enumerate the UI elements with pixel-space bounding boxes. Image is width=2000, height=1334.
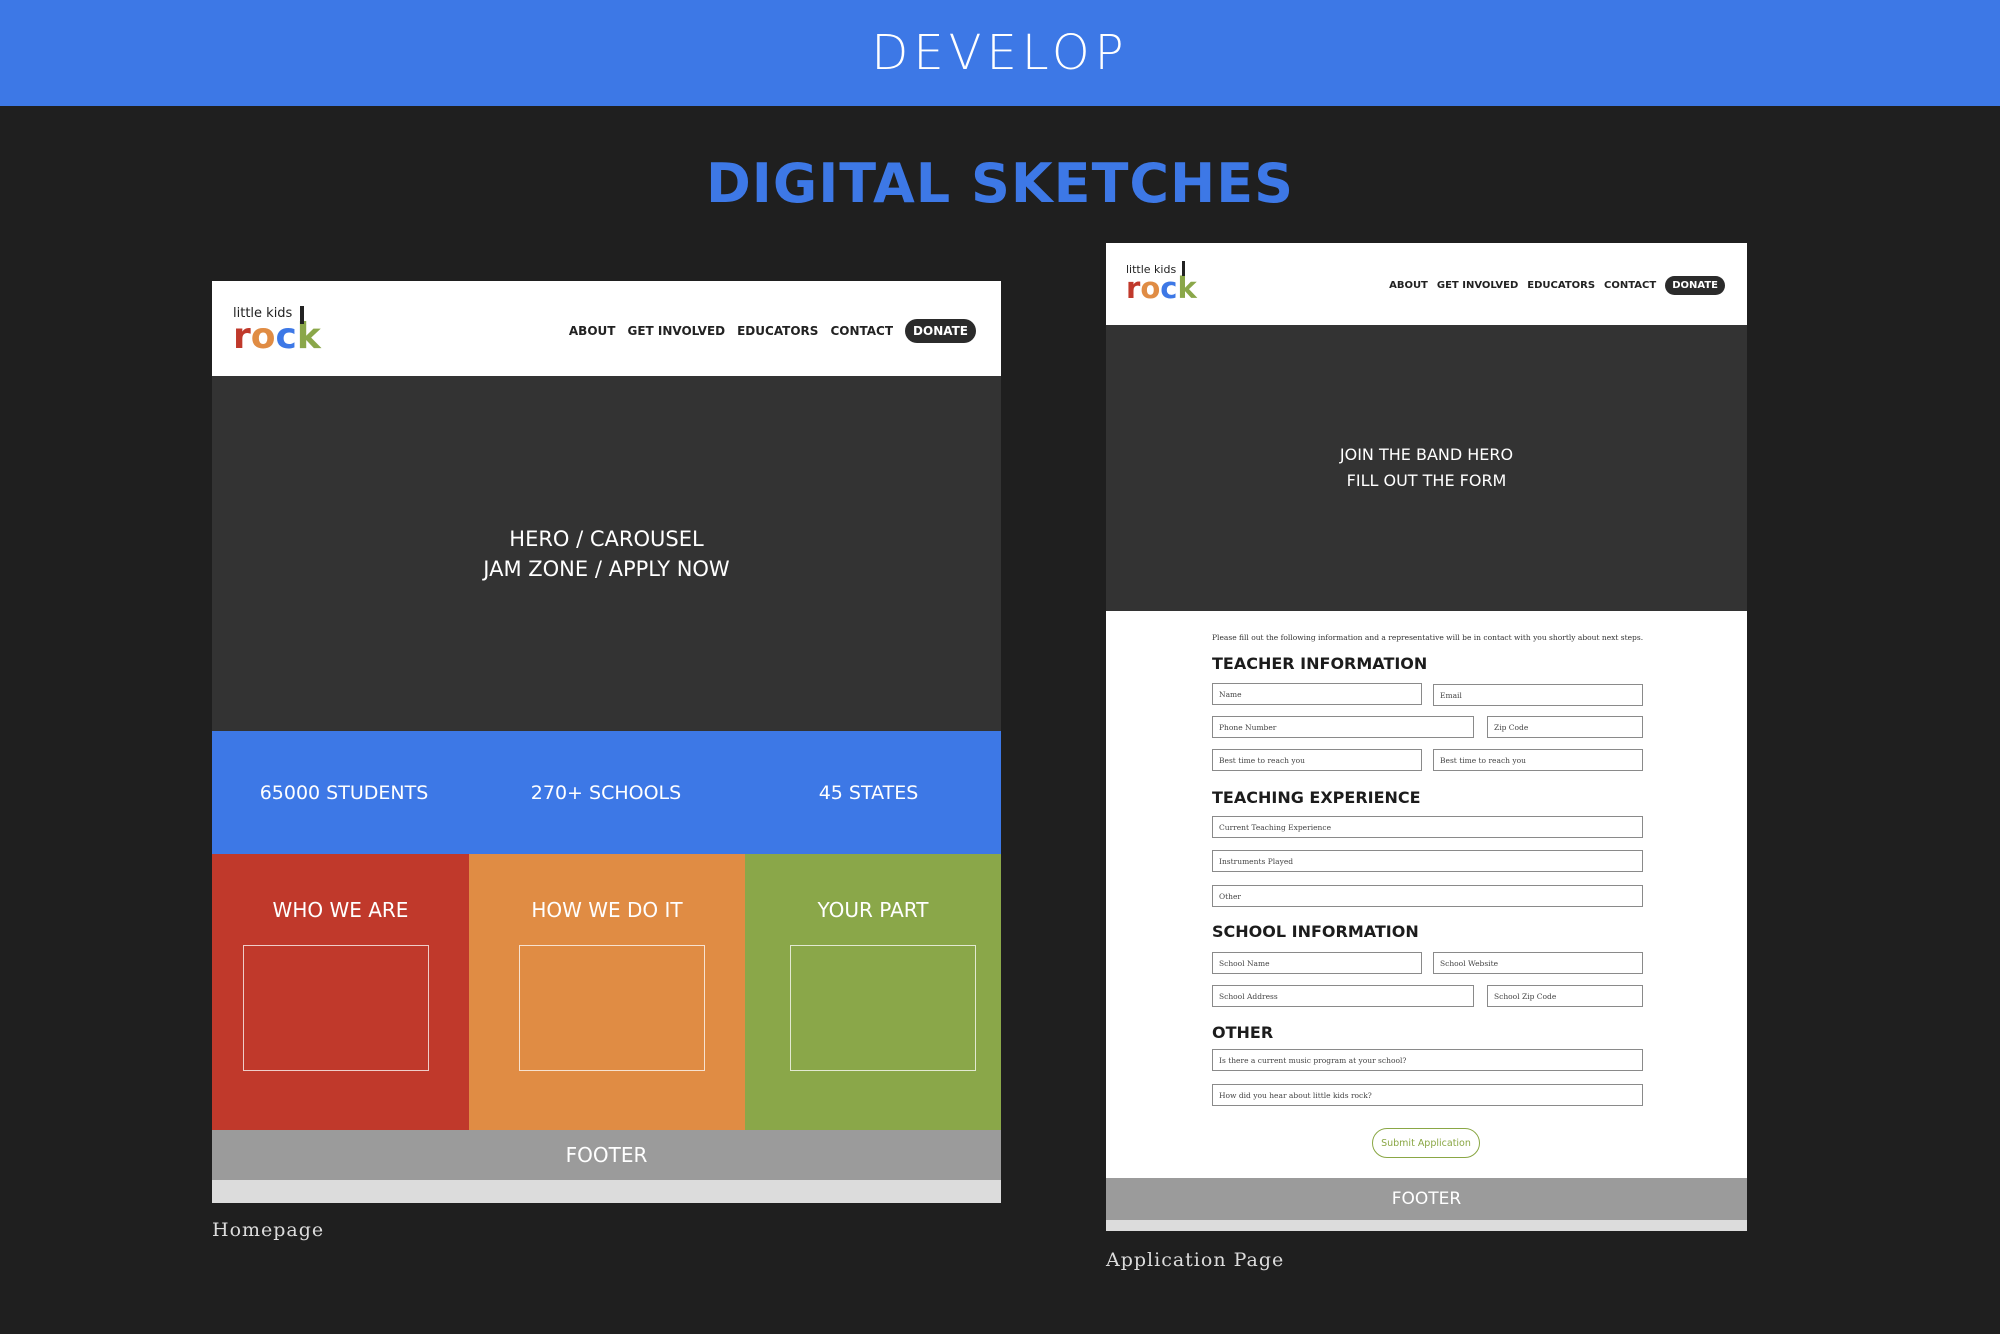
school-name-field[interactable]: School Name bbox=[1212, 952, 1422, 974]
guitar-icon bbox=[1182, 261, 1185, 276]
form-intro: Please fill out the following informatio… bbox=[1212, 633, 1644, 642]
logo-letter-o: o bbox=[1140, 271, 1161, 305]
logo-word: rock bbox=[1126, 274, 1197, 303]
teacher-info-heading: TEACHER INFORMATION bbox=[1212, 654, 1428, 673]
donate-button[interactable]: DONATE bbox=[1665, 276, 1725, 295]
application-caption: Application Page bbox=[1106, 1249, 1285, 1271]
nav-about[interactable]: ABOUT bbox=[569, 324, 616, 338]
section-title: DIGITAL SKETCHES bbox=[705, 152, 1295, 215]
panel-how-we-do-it[interactable]: HOW WE DO IT bbox=[469, 854, 745, 1130]
nav-about[interactable]: ABOUT bbox=[1389, 280, 1428, 291]
logo-letter-k: k bbox=[296, 316, 321, 357]
footer-label: FOOTER bbox=[565, 1143, 648, 1167]
homepage-sketch: little kids rock ABOUT GET INVOLVED EDUC… bbox=[212, 281, 1001, 1203]
logo-word: rock bbox=[233, 319, 321, 355]
hero-line-2: JAM ZONE / APPLY NOW bbox=[483, 556, 730, 581]
school-website-field[interactable]: School Website bbox=[1433, 952, 1643, 974]
instruments-played-field[interactable]: Instruments Played bbox=[1212, 850, 1643, 872]
header-bar: DEVELOP bbox=[0, 0, 2000, 106]
best-time-field-2[interactable]: Best time to reach you bbox=[1433, 749, 1643, 771]
application-nav-links: ABOUT GET INVOLVED EDUCATORS CONTACT DON… bbox=[1389, 276, 1725, 295]
homepage-footer: FOOTER bbox=[212, 1130, 1001, 1180]
application-sketch: little kids rock ABOUT GET INVOLVED EDUC… bbox=[1106, 243, 1747, 1231]
email-field[interactable]: Email bbox=[1433, 684, 1643, 706]
other-heading: OTHER bbox=[1212, 1023, 1274, 1042]
application-hero: JOIN THE BAND HERO FILL OUT THE FORM bbox=[1106, 325, 1747, 611]
nav-get-involved[interactable]: GET INVOLVED bbox=[627, 324, 725, 338]
heard-about-field[interactable]: How did you hear about little kids rock? bbox=[1212, 1084, 1643, 1106]
current-teaching-field[interactable]: Current Teaching Experience bbox=[1212, 816, 1643, 838]
homepage-navbar: little kids rock ABOUT GET INVOLVED EDUC… bbox=[212, 281, 1001, 376]
zip-code-field[interactable]: Zip Code bbox=[1487, 716, 1643, 738]
school-address-field[interactable]: School Address bbox=[1212, 985, 1474, 1007]
application-form: Please fill out the following informatio… bbox=[1106, 611, 1747, 1158]
logo-letter-c: c bbox=[1160, 271, 1178, 305]
application-logo[interactable]: little kids rock bbox=[1126, 261, 1197, 303]
hero-line-1: JOIN THE BAND HERO bbox=[1339, 445, 1514, 464]
hero-line-1: HERO / CAROUSEL bbox=[509, 526, 704, 551]
submit-application-button[interactable]: Submit Application bbox=[1372, 1128, 1480, 1158]
logo-letter-r: r bbox=[233, 316, 251, 357]
logo-letter-k: k bbox=[1177, 271, 1197, 305]
stat-students: 65000 STUDENTS bbox=[259, 781, 429, 804]
nav-educators[interactable]: EDUCATORS bbox=[737, 324, 818, 338]
homepage-logo[interactable]: little kids rock bbox=[233, 306, 321, 355]
homepage-hero[interactable]: HERO / CAROUSEL JAM ZONE / APPLY NOW bbox=[212, 376, 1001, 731]
donate-button[interactable]: DONATE bbox=[905, 319, 976, 343]
nav-educators[interactable]: EDUCATORS bbox=[1527, 280, 1595, 291]
school-info-heading: SCHOOL INFORMATION bbox=[1212, 922, 1419, 941]
image-placeholder bbox=[519, 945, 705, 1071]
stat-schools: 270+ SCHOOLS bbox=[530, 781, 682, 804]
panel-your-part[interactable]: YOUR PART bbox=[745, 854, 1001, 1130]
nav-get-involved[interactable]: GET INVOLVED bbox=[1437, 280, 1518, 291]
header-title: DEVELOP bbox=[871, 25, 1129, 81]
name-field[interactable]: Name bbox=[1212, 683, 1422, 705]
other-experience-field[interactable]: Other bbox=[1212, 885, 1643, 907]
nav-contact[interactable]: CONTACT bbox=[1604, 280, 1656, 291]
logo-letter-c: c bbox=[275, 316, 297, 357]
hero-line-2: FILL OUT THE FORM bbox=[1346, 471, 1507, 490]
application-footer: FOOTER bbox=[1106, 1178, 1747, 1220]
guitar-icon bbox=[300, 306, 304, 324]
best-time-field-1[interactable]: Best time to reach you bbox=[1212, 749, 1422, 771]
music-program-field[interactable]: Is there a current music program at your… bbox=[1212, 1049, 1643, 1071]
homepage-caption: Homepage bbox=[212, 1219, 325, 1241]
logo-letter-r: r bbox=[1126, 271, 1141, 305]
logo-letter-o: o bbox=[250, 316, 276, 357]
application-navbar: little kids rock ABOUT GET INVOLVED EDUC… bbox=[1106, 243, 1747, 325]
image-placeholder bbox=[790, 945, 976, 1071]
footer-label: FOOTER bbox=[1391, 1189, 1462, 1209]
stat-states: 45 STATES bbox=[818, 781, 919, 804]
homepage-nav-links: ABOUT GET INVOLVED EDUCATORS CONTACT DON… bbox=[569, 319, 976, 343]
homepage-subfooter bbox=[212, 1180, 1001, 1203]
phone-field[interactable]: Phone Number bbox=[1212, 716, 1474, 738]
nav-contact[interactable]: CONTACT bbox=[830, 324, 893, 338]
image-placeholder bbox=[243, 945, 429, 1071]
panel-title: HOW WE DO IT bbox=[531, 898, 683, 922]
teaching-experience-heading: TEACHING EXPERIENCE bbox=[1212, 788, 1421, 807]
panel-title: YOUR PART bbox=[817, 898, 929, 922]
panel-who-we-are[interactable]: WHO WE ARE bbox=[212, 854, 469, 1130]
stats-band: 65000 STUDENTS 270+ SCHOOLS 45 STATES bbox=[212, 731, 1001, 854]
application-subfooter bbox=[1106, 1220, 1747, 1231]
panel-title: WHO WE ARE bbox=[272, 898, 409, 922]
school-zip-field[interactable]: School Zip Code bbox=[1487, 985, 1643, 1007]
